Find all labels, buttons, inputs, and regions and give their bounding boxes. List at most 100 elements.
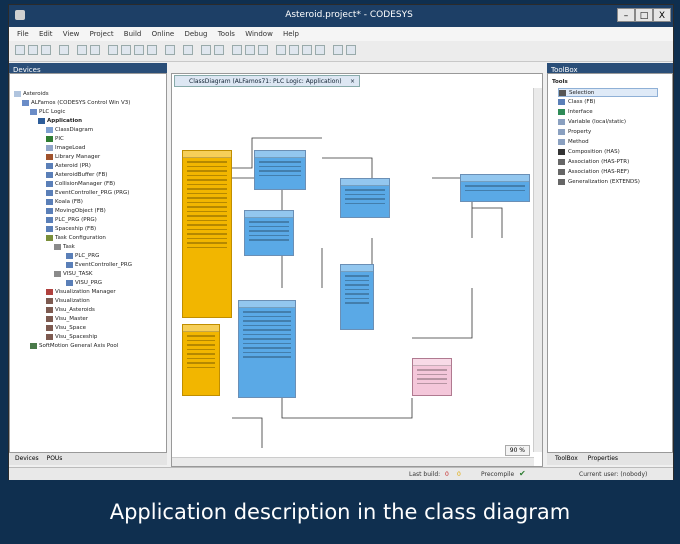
print-icon[interactable] xyxy=(59,45,69,55)
tree-item[interactable]: EventController_PRG xyxy=(66,261,132,270)
logout-icon[interactable] xyxy=(214,45,224,55)
undo-icon[interactable] xyxy=(77,45,87,55)
warning-count[interactable]: 0 xyxy=(457,471,461,478)
tree-item[interactable]: Visu_Space xyxy=(46,324,86,333)
menu-edit[interactable]: Edit xyxy=(39,27,53,41)
copy-icon[interactable] xyxy=(121,45,131,55)
maximize-button[interactable]: □ xyxy=(635,8,653,22)
tree-item[interactable]: Task xyxy=(54,243,75,252)
tool-item[interactable]: Association (HAS-REF) xyxy=(558,168,629,177)
run-icon[interactable] xyxy=(232,45,242,55)
class-box-blue[interactable] xyxy=(340,264,374,330)
interface-icon xyxy=(558,108,565,115)
tree-item[interactable]: VISU_PRG xyxy=(66,279,102,288)
tree-item[interactable]: Asteroids xyxy=(14,90,49,99)
tree-item[interactable]: Library Manager xyxy=(46,153,100,162)
class-box-blue[interactable] xyxy=(460,174,530,202)
reset-icon[interactable] xyxy=(258,45,268,55)
tree-item[interactable]: AsteroidBuffer (FB) xyxy=(46,171,107,180)
tree-item[interactable]: Visualization Manager xyxy=(46,288,116,297)
tab-toolbox[interactable]: ToolBox xyxy=(555,453,578,465)
tree-item[interactable]: ImageLoad xyxy=(46,144,85,153)
new-icon[interactable] xyxy=(15,45,25,55)
step-into-icon[interactable] xyxy=(289,45,299,55)
tree-item[interactable]: Visu_Master xyxy=(46,315,88,324)
class-box-pink[interactable] xyxy=(412,358,452,396)
tree-item[interactable]: Spaceship (FB) xyxy=(46,225,96,234)
watch-icon[interactable] xyxy=(333,45,343,55)
close-button[interactable]: X xyxy=(653,8,671,22)
tab-properties[interactable]: Properties xyxy=(588,453,618,465)
tree-item[interactable]: PLC_PRG xyxy=(66,252,99,261)
class-box-yellow[interactable] xyxy=(182,324,220,396)
tree-item[interactable]: EventController_PRG (PRG) xyxy=(46,189,129,198)
step-out-icon[interactable] xyxy=(302,45,312,55)
minimize-button[interactable]: – xyxy=(617,8,635,22)
tool-item[interactable]: Class (FB) xyxy=(558,98,595,107)
menu-project[interactable]: Project xyxy=(90,27,114,41)
tree-item[interactable]: ALFamos (CODESYS Control Win V3) xyxy=(22,99,130,108)
class-box-blue[interactable] xyxy=(244,210,294,256)
find-icon[interactable] xyxy=(165,45,175,55)
step-over-icon[interactable] xyxy=(276,45,286,55)
tree-item[interactable]: PLC Logic xyxy=(30,108,65,117)
paste-icon[interactable] xyxy=(134,45,144,55)
tree-item[interactable]: Asteroid (PR) xyxy=(46,162,91,171)
zoom-level[interactable]: 90 % xyxy=(504,445,530,456)
menu-debug[interactable]: Debug xyxy=(184,27,207,41)
menu-tools[interactable]: Tools xyxy=(218,27,235,41)
dropdown-icon[interactable] xyxy=(346,45,356,55)
plc-logic-icon xyxy=(30,108,37,115)
tool-item[interactable]: Method xyxy=(558,138,589,147)
menu-window[interactable]: Window xyxy=(245,27,273,41)
editor-tab[interactable]: ClassDiagram (ALFamos71: PLC Logic: Appl… xyxy=(174,75,360,87)
tools-section-header[interactable]: Tools xyxy=(552,78,568,87)
tree-item[interactable]: Visualization xyxy=(46,297,90,306)
tab-devices[interactable]: Devices xyxy=(15,453,39,465)
redo-icon[interactable] xyxy=(90,45,100,55)
editor-horizontal-scrollbar[interactable] xyxy=(172,457,534,466)
tree-item[interactable]: Application xyxy=(38,117,82,126)
class-box-blue[interactable] xyxy=(238,300,296,398)
login-icon[interactable] xyxy=(201,45,211,55)
tree-item[interactable]: VISU_TASK xyxy=(54,270,92,279)
tree-item[interactable]: Task Configuration xyxy=(46,234,106,243)
tree-item[interactable]: Visu_Asteroids xyxy=(46,306,95,315)
tree-item[interactable]: CollisionManager (FB) xyxy=(46,180,115,189)
tool-item[interactable]: Variable (local/static) xyxy=(558,118,626,127)
tree-item[interactable]: MovingObject (FB) xyxy=(46,207,106,216)
tool-item[interactable]: Selection xyxy=(558,88,658,97)
menu-build[interactable]: Build xyxy=(124,27,142,41)
class-box-blue[interactable] xyxy=(340,178,390,218)
tool-item[interactable]: Generalization (EXTENDS) xyxy=(558,178,640,187)
close-icon[interactable]: × xyxy=(350,76,355,88)
save-icon[interactable] xyxy=(41,45,51,55)
tree-item[interactable]: ClassDiagram xyxy=(46,126,93,135)
tree-item[interactable]: Koala (FB) xyxy=(46,198,83,207)
tree-item[interactable]: PIC xyxy=(46,135,64,144)
class-diagram-editor[interactable]: ClassDiagram (ALFamos71: PLC Logic: Appl… xyxy=(171,73,543,467)
menu-file[interactable]: File xyxy=(17,27,29,41)
error-count[interactable]: 0 xyxy=(445,471,449,478)
class-box-blue[interactable] xyxy=(254,150,306,190)
tab-pous[interactable]: POUs xyxy=(47,453,63,465)
build-icon[interactable] xyxy=(183,45,193,55)
open-icon[interactable] xyxy=(28,45,38,55)
class-box-yellow[interactable] xyxy=(182,150,232,318)
menu-online[interactable]: Online xyxy=(152,27,175,41)
breakpoint-icon[interactable] xyxy=(315,45,325,55)
menu-help[interactable]: Help xyxy=(283,27,299,41)
delete-icon[interactable] xyxy=(147,45,157,55)
tool-item[interactable]: Association (HAS-PTR) xyxy=(558,158,629,167)
stop-icon[interactable] xyxy=(245,45,255,55)
tool-item[interactable]: Property xyxy=(558,128,591,137)
cut-icon[interactable] xyxy=(108,45,118,55)
screenshot-frame: Asteroid.project* - CODESYS – □ X File E… xyxy=(0,0,680,544)
tool-item[interactable]: Interface xyxy=(558,108,593,117)
tree-item[interactable]: SoftMotion General Axis Pool xyxy=(30,342,118,351)
editor-vertical-scrollbar[interactable] xyxy=(533,88,542,452)
tree-item[interactable]: Visu_Spaceship xyxy=(46,333,97,342)
tree-item[interactable]: PLC_PRG (PRG) xyxy=(46,216,97,225)
tool-item[interactable]: Composition (HAS) xyxy=(558,148,620,157)
menu-view[interactable]: View xyxy=(63,27,80,41)
